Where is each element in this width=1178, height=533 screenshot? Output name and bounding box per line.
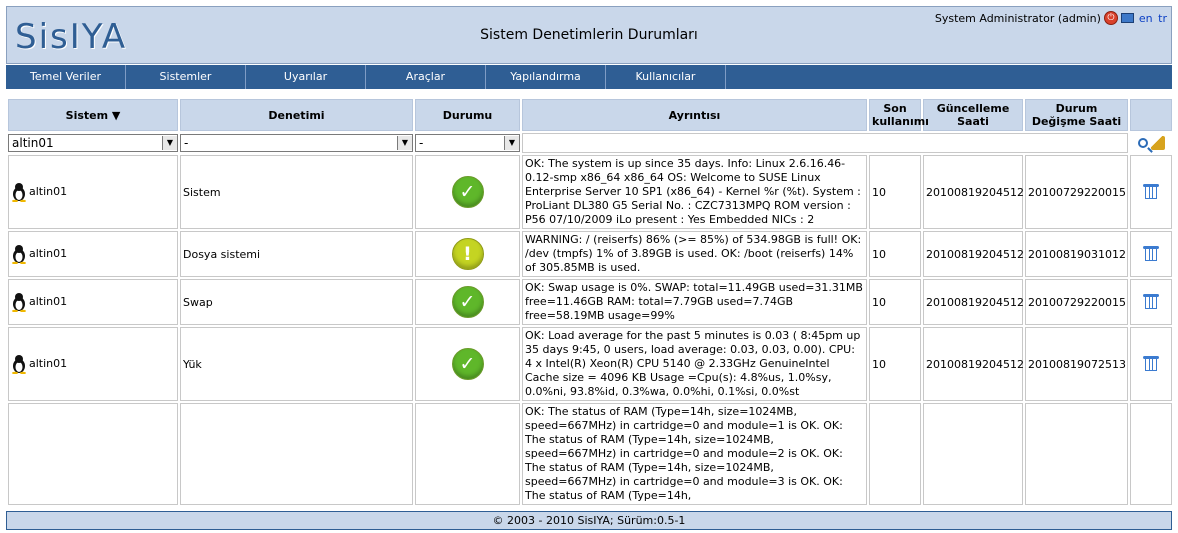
- status-table-container[interactable]: Sistem ▼ Denetimi Durumu Ayrıntısı Son k…: [6, 97, 1172, 517]
- trash-icon[interactable]: [1143, 294, 1159, 310]
- column-header-detail: Ayrıntısı: [522, 99, 867, 131]
- actions-cell: [1130, 403, 1172, 505]
- main-menu: Temel Veriler Sistemler Uyarılar Araçlar…: [6, 65, 1172, 89]
- status-ok-icon: ✓: [451, 176, 484, 208]
- check-detail: WARNING: / (reiserfs) 86% (>= 85%) of 53…: [522, 231, 867, 277]
- system-name[interactable]: altin01: [29, 185, 67, 198]
- column-header-last-use: Son kullanımı: [869, 99, 929, 131]
- column-header-check: Denetimi: [180, 99, 413, 131]
- status-filter-select[interactable]: - ▼: [415, 134, 520, 152]
- last-use: 10: [869, 231, 921, 277]
- linux-tux-icon: [12, 355, 26, 374]
- check-name: Swap: [180, 279, 413, 325]
- chevron-down-icon: ▼: [397, 136, 412, 150]
- table-header-row: Sistem ▼ Denetimi Durumu Ayrıntısı Son k…: [8, 99, 1172, 131]
- status-ok-icon: ✓: [451, 286, 484, 318]
- last-use: 10: [869, 327, 921, 401]
- page-title: Sistem Denetimlerin Durumları: [480, 27, 698, 43]
- column-header-system[interactable]: Sistem ▼: [8, 99, 178, 131]
- last-use: [869, 403, 921, 505]
- lang-tr-link[interactable]: tr: [1158, 12, 1167, 25]
- check-detail: OK: The system is up since 35 days. Info…: [522, 155, 867, 229]
- user-area: System Administrator (admin) ⏻ en tr: [935, 11, 1167, 25]
- status-ok-icon: ✓: [451, 348, 484, 380]
- chevron-down-icon: ▼: [162, 136, 177, 150]
- system-name[interactable]: altin01: [29, 247, 67, 260]
- lang-en-link[interactable]: en: [1139, 12, 1153, 25]
- status-warning-icon: !: [451, 238, 484, 270]
- system-filter-select[interactable]: altin01 ▼: [8, 134, 178, 152]
- menu-item-uyarilar[interactable]: Uyarılar: [246, 65, 366, 89]
- change-time: 20100819031012: [1025, 231, 1128, 277]
- table-row: altin01 Swap ✓ OK: Swap usage is 0%. SWA…: [8, 279, 1172, 325]
- filter-row: altin01 ▼ - ▼ - ▼: [8, 133, 1172, 153]
- linux-tux-icon: [12, 293, 26, 312]
- check-name: Dosya sistemi: [180, 231, 413, 277]
- search-icon[interactable]: [1137, 138, 1148, 148]
- table-row: altin01 Sistem ✓ OK: The system is up si…: [8, 155, 1172, 229]
- last-use: 10: [869, 155, 921, 229]
- table-row: altin01 Dosya sistemi ! WARNING: / (reis…: [8, 231, 1172, 277]
- table-row: altin01 Yük ✓ OK: Load average for the p…: [8, 327, 1172, 401]
- system-name: [8, 403, 178, 505]
- column-header-status: Durumu: [415, 99, 520, 131]
- check-name: Sistem: [180, 155, 413, 229]
- filter-blank: [522, 133, 1128, 153]
- update-time: 20100819204512: [923, 327, 1024, 401]
- update-time: 20100819204512: [923, 231, 1024, 277]
- system-name[interactable]: altin01: [29, 357, 67, 370]
- user-name: System Administrator (admin): [934, 11, 1101, 25]
- update-time: [923, 403, 1023, 505]
- menu-item-sistemler[interactable]: Sistemler: [126, 65, 246, 89]
- trash-icon[interactable]: [1143, 356, 1159, 372]
- logout-power-icon[interactable]: ⏻: [1103, 11, 1118, 25]
- change-time: 20100819072513: [1025, 327, 1128, 401]
- menu-item-araclar[interactable]: Araçlar: [366, 65, 486, 89]
- menu-item-temel-veriler[interactable]: Temel Veriler: [6, 65, 126, 89]
- status-table: Sistem ▼ Denetimi Durumu Ayrıntısı Son k…: [6, 97, 1172, 507]
- menu-item-kullanicilar[interactable]: Kullanıcılar: [606, 65, 726, 89]
- footer: © 2003 - 2010 SisIYA; Sürüm:0.5-1: [6, 511, 1172, 530]
- update-time: 20100819204512: [923, 155, 1024, 229]
- change-time: [1025, 403, 1128, 505]
- check-name: Yük: [180, 327, 413, 401]
- status-cell: [415, 403, 520, 505]
- check-detail: OK: Load average for the past 5 minutes …: [522, 327, 867, 401]
- check-detail: OK: Swap usage is 0%. SWAP: total=11.49G…: [522, 279, 867, 325]
- change-time: 20100729220015: [1025, 155, 1128, 229]
- trash-icon[interactable]: [1143, 246, 1159, 262]
- column-header-actions: [1130, 99, 1172, 131]
- table-row: OK: The status of RAM (Type=14h, size=10…: [8, 403, 1172, 505]
- linux-tux-icon: [12, 183, 26, 202]
- check-filter-select[interactable]: - ▼: [180, 134, 413, 152]
- check-detail: OK: The status of RAM (Type=14h, size=10…: [522, 403, 867, 505]
- check-name: [180, 403, 413, 505]
- clear-filter-broom-icon[interactable]: [1150, 136, 1165, 150]
- change-time: 20100729220015: [1025, 279, 1128, 325]
- column-header-change-time: Durum Değişme Saati: [1025, 99, 1128, 131]
- linux-tux-icon: [12, 245, 26, 264]
- column-header-update-time: Güncelleme Saati: [923, 99, 1023, 131]
- trash-icon[interactable]: [1143, 184, 1159, 200]
- last-use: 10: [869, 279, 921, 325]
- system-name[interactable]: altin01: [29, 295, 67, 308]
- page-header: SisIYA Sistem Denetimlerin Durumları Sys…: [6, 6, 1172, 64]
- menu-item-yapilandirma[interactable]: Yapılandırma: [486, 65, 606, 89]
- chevron-down-icon: ▼: [504, 136, 519, 150]
- update-time: 20100819204512: [923, 279, 1024, 325]
- monitor-icon[interactable]: [1120, 13, 1134, 23]
